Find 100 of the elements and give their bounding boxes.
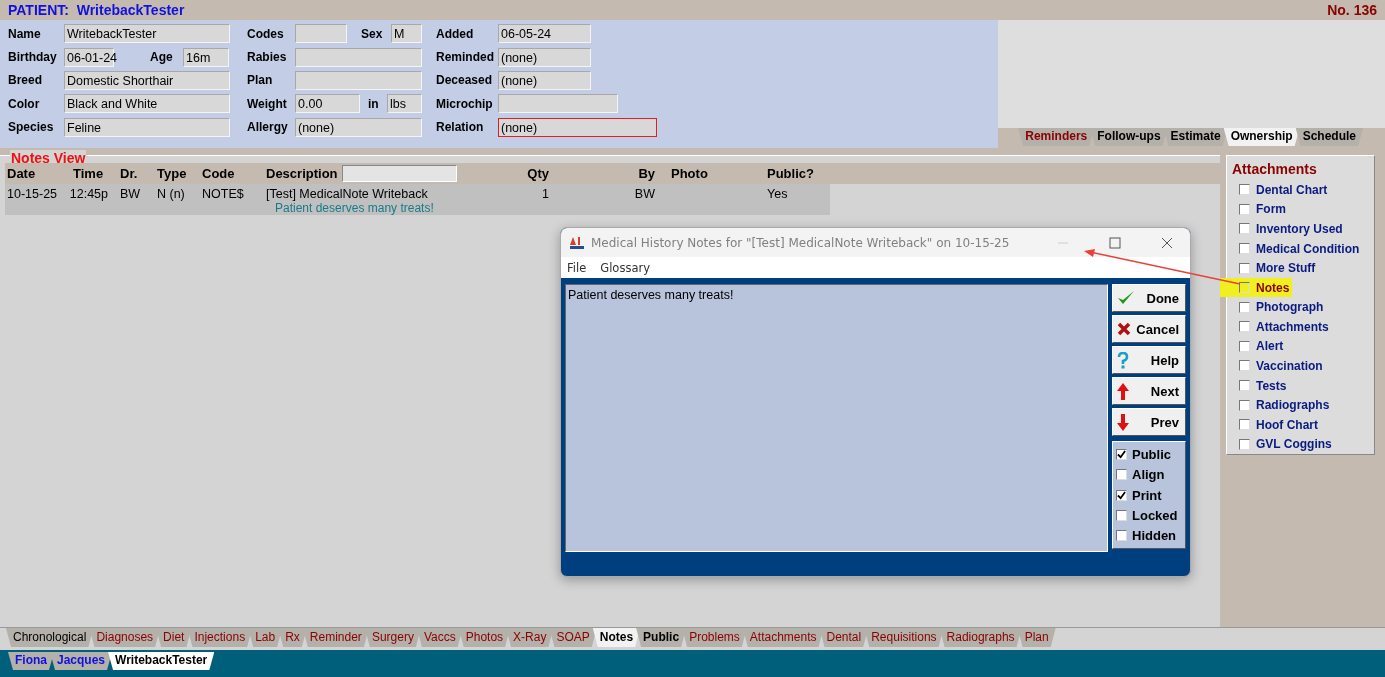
field-value[interactable]: Feline (64, 117, 230, 137)
tab[interactable]: Dental (819, 628, 869, 647)
field-label: Microchip (436, 96, 494, 111)
column-header[interactable]: Dr. (120, 166, 138, 181)
attachment-item[interactable]: Dental Chart (1232, 180, 1331, 200)
attachment-item[interactable]: Attachments (1232, 317, 1332, 337)
tab[interactable]: X-Ray (506, 628, 554, 647)
tab[interactable]: Injections (187, 628, 253, 647)
done-button[interactable]: Done (1112, 284, 1186, 312)
field-value[interactable]: (none) (498, 47, 591, 67)
field-label: Added (436, 26, 475, 41)
field-value[interactable] (295, 24, 347, 44)
prev-button[interactable]: Prev (1112, 408, 1186, 436)
tab[interactable]: Attachments (742, 628, 824, 647)
checkbox[interactable] (1239, 399, 1250, 411)
attachment-item[interactable]: Tests (1232, 375, 1290, 396)
attachment-item[interactable]: Hoof Chart (1232, 414, 1321, 435)
tab[interactable]: Lab (248, 628, 283, 647)
column-header[interactable]: Code (202, 166, 235, 181)
option-checkbox[interactable]: Hidden (1116, 527, 1182, 545)
field-value[interactable]: (none) (498, 70, 591, 90)
note-text-area[interactable]: Patient deserves many treats! (565, 284, 1108, 552)
option-checkbox[interactable]: Public (1116, 446, 1182, 463)
checkbox[interactable] (1239, 301, 1250, 313)
tab[interactable]: Schedule (1295, 128, 1363, 146)
option-checkbox[interactable]: Align (1116, 466, 1182, 483)
attachment-item[interactable]: GVL Coggins (1232, 434, 1335, 455)
tab[interactable]: Surgery (364, 628, 421, 647)
attachment-item[interactable]: Radiographs (1232, 395, 1333, 415)
column-header[interactable]: Qty (505, 166, 549, 181)
field-value[interactable]: 16m (183, 47, 229, 67)
checkbox[interactable] (1239, 223, 1250, 235)
field-value[interactable]: (none) (498, 117, 657, 137)
attachment-item[interactable]: Form (1232, 199, 1289, 220)
checkbox[interactable] (1239, 360, 1250, 372)
attachment-item[interactable]: Photograph (1232, 297, 1327, 318)
description-filter-field[interactable] (342, 165, 457, 182)
tab[interactable]: Radiographs (939, 628, 1022, 647)
patient-tab[interactable]: WritebackTester (108, 652, 215, 670)
attachment-item[interactable]: More Stuff (1232, 258, 1319, 278)
field-label: Age (150, 50, 174, 65)
next-button[interactable]: Next (1112, 377, 1186, 405)
column-header[interactable]: Time (73, 166, 104, 181)
column-header[interactable]: Public? (767, 166, 814, 181)
column-header[interactable]: Type (157, 166, 187, 181)
attachment-item[interactable]: Inventory Used (1232, 219, 1346, 239)
table-cell-text: 1 (541, 187, 549, 201)
highlighted-attachment-item[interactable]: Notes (1220, 277, 1293, 298)
tab[interactable]: Chronological (6, 628, 94, 647)
checkbox[interactable] (1239, 184, 1250, 196)
option-checkbox[interactable]: Locked (1116, 507, 1182, 524)
field-value[interactable]: Domestic Shorthair (64, 70, 230, 90)
column-header[interactable]: By (605, 166, 655, 181)
checkbox[interactable] (1239, 340, 1250, 352)
field-value[interactable]: WritebackTester (64, 24, 230, 44)
attachment-item[interactable]: Alert (1232, 336, 1287, 357)
checkbox[interactable] (1239, 380, 1250, 392)
tab[interactable]: Problems (682, 628, 747, 647)
checkbox[interactable] (1239, 262, 1250, 274)
tab[interactable]: Ownership (1223, 128, 1300, 146)
tab[interactable]: Estimate (1163, 128, 1228, 146)
tab[interactable]: Reminders (1018, 128, 1095, 146)
column-header[interactable]: Date (7, 166, 36, 181)
option-checkbox[interactable]: Print (1116, 486, 1182, 504)
tab[interactable]: Vaccs (416, 628, 463, 647)
checkbox[interactable] (1239, 419, 1250, 431)
attachment-item[interactable]: Medical Condition (1232, 238, 1363, 259)
column-header[interactable]: Photo (671, 166, 708, 181)
tab[interactable]: Follow-ups (1090, 128, 1168, 146)
patient-tab[interactable]: Fiona (8, 652, 54, 670)
table-row[interactable]: 10-15-25 12:45p BW N (n) NOTE$ [Test] MedicalNote Writeback 1 BW Yes Patient deserves many treats! (5, 184, 830, 215)
close-icon[interactable] (1161, 236, 1173, 249)
checkbox[interactable] (1239, 438, 1250, 450)
field-value[interactable]: 0.00 (295, 94, 360, 114)
attachment-item[interactable]: Vaccination (1232, 356, 1326, 376)
field-value[interactable] (295, 70, 422, 90)
tab[interactable]: Diet (156, 628, 192, 647)
tab[interactable]: Reminder (302, 628, 369, 647)
field-value[interactable]: M (391, 24, 422, 44)
tab[interactable]: SOAP (549, 628, 597, 647)
checkbox[interactable] (1239, 282, 1250, 294)
checkbox[interactable] (1239, 321, 1250, 333)
checkbox[interactable] (1239, 243, 1250, 254)
field-value[interactable]: (none) (295, 117, 422, 137)
menu-item[interactable]: Glossary (600, 260, 650, 275)
field-value[interactable]: 06-05-24 (498, 24, 591, 44)
tab[interactable]: Plan (1017, 628, 1056, 647)
field-value[interactable]: lbs (387, 94, 422, 114)
column-header[interactable]: Description (266, 166, 338, 181)
field-value[interactable] (498, 94, 618, 114)
maximize-icon[interactable] (1109, 236, 1121, 249)
checkbox[interactable] (1239, 203, 1250, 215)
tab[interactable]: Requisitions (864, 628, 944, 647)
cancel-button[interactable]: Cancel (1112, 315, 1186, 343)
field-value[interactable]: Black and White (64, 94, 230, 114)
table-cell: Yes (767, 187, 788, 201)
tab[interactable]: Rx (278, 628, 307, 647)
field-value[interactable] (295, 47, 422, 67)
help-button[interactable]: Help (1112, 346, 1186, 374)
menu-item[interactable]: File (567, 260, 587, 275)
